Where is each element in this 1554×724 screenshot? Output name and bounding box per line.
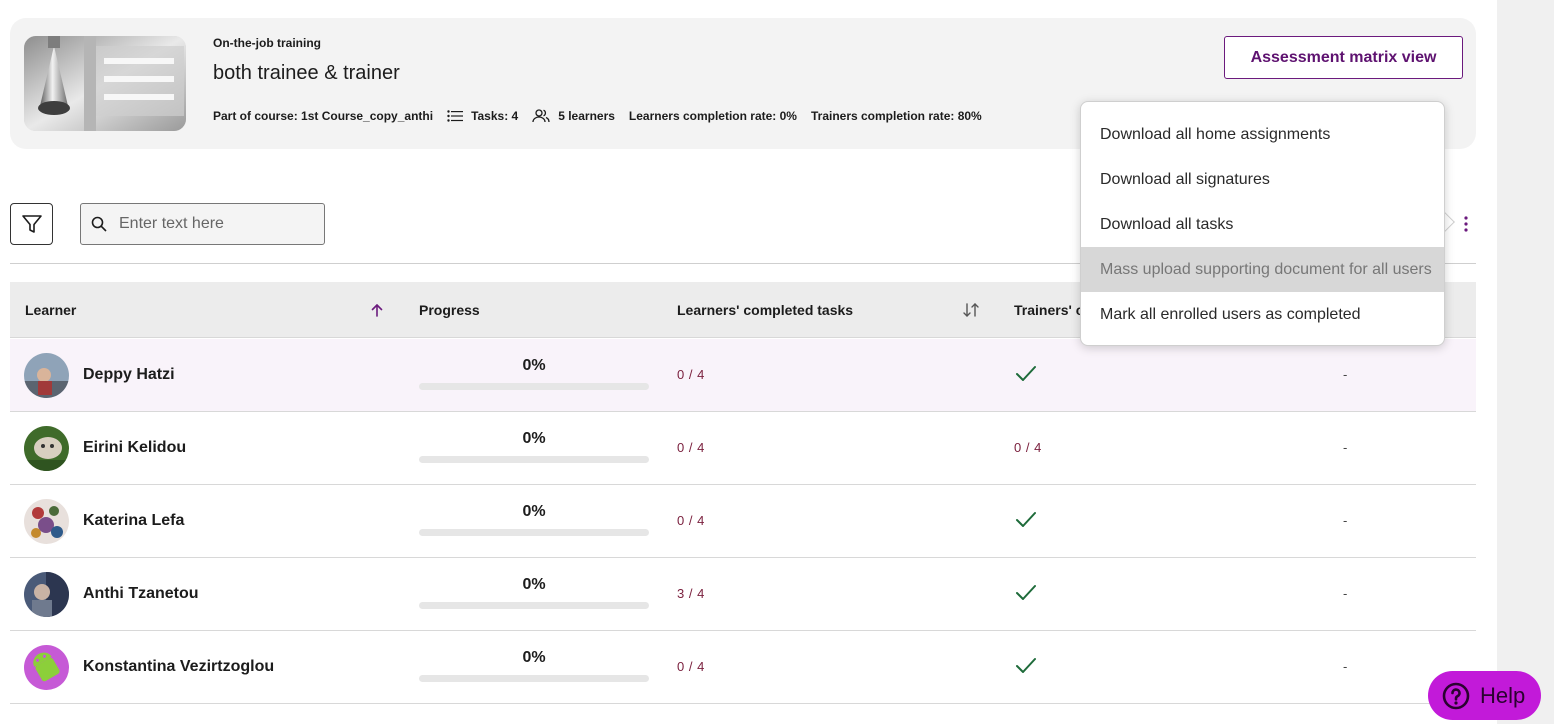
- column-header-learners-completed[interactable]: Learners' completed tasks: [677, 282, 853, 338]
- training-meta: Part of course: 1st Course_copy_anthi Ta…: [213, 109, 996, 123]
- progress-bar: [419, 675, 649, 682]
- learners-completed-tasks: 0 / 4: [677, 367, 705, 382]
- trainers-completion-rate: Trainers completion rate: 80%: [810, 109, 982, 123]
- menu-item-mark-all-completed[interactable]: Mark all enrolled users as completed: [1081, 292, 1444, 337]
- filter-button[interactable]: [10, 203, 53, 245]
- menu-item-mass-upload-document[interactable]: Mass upload supporting document for all …: [1081, 247, 1444, 292]
- progress-bar: [419, 602, 649, 609]
- training-type-label: On-the-job training: [213, 36, 321, 50]
- search-box[interactable]: [80, 203, 325, 245]
- learner-name[interactable]: Katerina Lefa: [83, 512, 184, 530]
- avatar: [24, 426, 69, 471]
- progress-percent: 0%: [522, 503, 546, 520]
- learners-completed-tasks: 0 / 4: [677, 659, 705, 674]
- check-icon: [1016, 658, 1036, 673]
- learners-completed-tasks: 0 / 4: [677, 513, 705, 528]
- trainers-completed-tasks: 0 / 4: [1014, 440, 1042, 455]
- learner-name[interactable]: Eirini Kelidou: [83, 439, 186, 457]
- check-icon: [1016, 366, 1036, 381]
- learner-name[interactable]: Anthi Tzanetou: [83, 585, 199, 603]
- more-options-button[interactable]: [1456, 211, 1476, 237]
- sort-ascending-icon[interactable]: [369, 302, 385, 318]
- sort-icon[interactable]: [962, 302, 980, 318]
- table-row[interactable]: Konstantina Vezirtzoglou 0% 0 / 4 -: [10, 631, 1476, 704]
- tasks-count: Tasks: 4: [471, 109, 519, 123]
- learners-count: 5 learners: [558, 109, 615, 123]
- bulk-actions-menu: Download all home assignments Download a…: [1080, 101, 1445, 346]
- table-row[interactable]: Deppy Hatzi 0% 0 / 4 -: [10, 339, 1476, 412]
- progress-bar: [419, 383, 649, 390]
- progress-percent: 0%: [522, 649, 546, 666]
- check-icon: [1016, 512, 1036, 527]
- learner-name[interactable]: Konstantina Vezirtzoglou: [83, 658, 274, 676]
- course-thumbnail: [24, 36, 186, 131]
- users-icon: [532, 109, 550, 123]
- table-row[interactable]: Katerina Lefa 0% 0 / 4 -: [10, 485, 1476, 558]
- row-last-value: -: [1343, 440, 1348, 455]
- row-last-value: -: [1343, 367, 1348, 382]
- filter-icon: [21, 215, 42, 233]
- page: On-the-job training both trainee & train…: [0, 0, 1554, 724]
- search-icon: [91, 216, 107, 232]
- tasks-info: Tasks: 4: [447, 109, 518, 123]
- column-header-trainers-completed[interactable]: Trainers' c: [1014, 282, 1083, 338]
- column-header-learner[interactable]: Learner: [25, 282, 76, 338]
- progress-bar: [419, 456, 649, 463]
- progress-percent: 0%: [522, 430, 546, 447]
- right-gutter: [1497, 0, 1554, 724]
- course-info: Part of course: 1st Course_copy_anthi: [213, 109, 434, 123]
- progress-percent: 0%: [522, 576, 546, 593]
- avatar: [24, 499, 69, 544]
- learners-info: 5 learners: [532, 109, 615, 123]
- help-label: Help: [1480, 682, 1526, 708]
- avatar: [24, 645, 69, 690]
- table-row[interactable]: Anthi Tzanetou 0% 3 / 4 -: [10, 558, 1476, 631]
- menu-item-download-signatures[interactable]: Download all signatures: [1081, 157, 1444, 202]
- menu-item-download-tasks[interactable]: Download all tasks: [1081, 202, 1444, 247]
- learners-completed-tasks: 0 / 4: [677, 440, 705, 455]
- avatar: [24, 353, 69, 398]
- row-last-value: -: [1343, 513, 1348, 528]
- learners-completion-rate: Learners completion rate: 0%: [628, 109, 797, 123]
- check-icon: [1016, 585, 1036, 600]
- assessment-matrix-view-button[interactable]: Assessment matrix view: [1224, 36, 1463, 79]
- list-icon: [447, 110, 464, 122]
- menu-item-download-home-assignments[interactable]: Download all home assignments: [1081, 112, 1444, 157]
- avatar: [24, 572, 69, 617]
- table-row[interactable]: Eirini Kelidou 0% 0 / 4 0 / 4 -: [10, 412, 1476, 485]
- help-icon: [1442, 682, 1470, 709]
- learner-name[interactable]: Deppy Hatzi: [83, 366, 175, 384]
- column-header-progress: Progress: [419, 302, 480, 318]
- training-title: both trainee & trainer: [213, 62, 400, 84]
- row-last-value: -: [1343, 586, 1348, 601]
- kebab-menu-icon: [1464, 216, 1468, 232]
- progress-percent: 0%: [522, 357, 546, 374]
- learners-completed-tasks: 3 / 4: [677, 586, 705, 601]
- progress-bar: [419, 529, 649, 536]
- search-input[interactable]: [119, 215, 309, 233]
- row-last-value: -: [1343, 659, 1348, 674]
- help-button[interactable]: Help: [1428, 671, 1541, 720]
